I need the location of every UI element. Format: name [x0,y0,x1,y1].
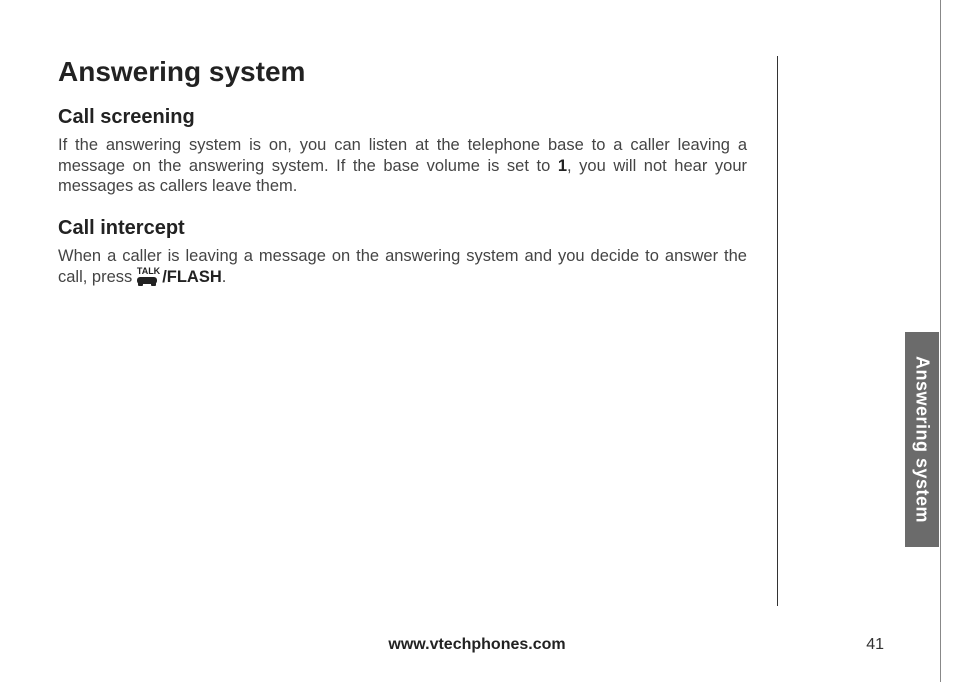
side-tab: Answering system [905,332,939,547]
page-number: 41 [866,636,884,654]
page-container: Answering system Call screening If the a… [0,0,954,682]
bold-digit-one: 1 [558,157,567,175]
main-title: Answering system [58,56,747,88]
side-tab-label: Answering system [912,356,933,523]
content-area: Answering system Call screening If the a… [58,56,778,606]
body-text-call-screening: If the answering system is on, you can l… [58,135,747,197]
footer-url: www.vtechphones.com [388,636,565,653]
right-margin-border [940,0,941,682]
text-fragment: . [222,268,227,286]
talk-label: TALK [137,267,160,276]
talk-flash-icon: TALK [137,267,160,288]
section-title-call-intercept: Call intercept [58,217,747,240]
flash-label: /FLASH [162,268,222,286]
footer: www.vtechphones.com [0,636,954,654]
body-text-call-intercept: When a caller is leaving a message on th… [58,246,747,288]
section-title-call-screening: Call screening [58,106,747,129]
handset-icon [137,277,157,284]
